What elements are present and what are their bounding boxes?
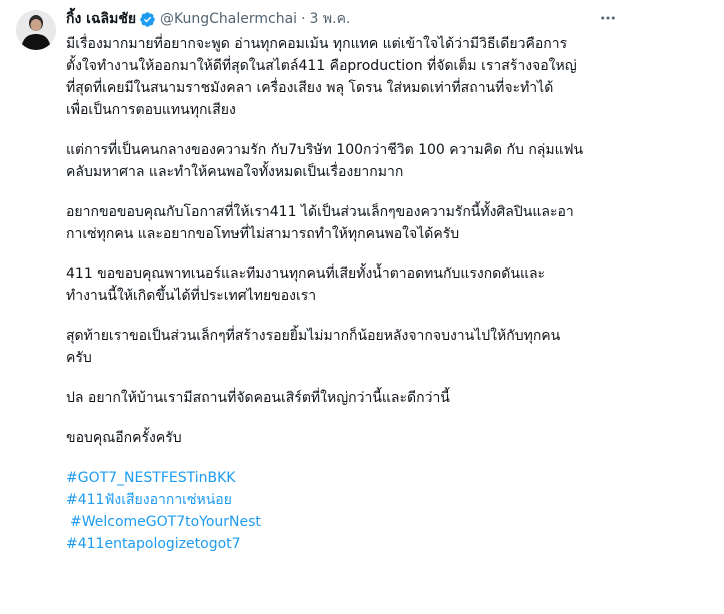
text-line: ครับ (66, 350, 92, 366)
hashtag-link[interactable]: #411entapologizetogot7 (66, 533, 622, 555)
text-line: ที่สุดที่เคยมีในสนามราชมังคลา เครื่องเสี… (66, 80, 554, 96)
paragraph: มีเรื่องมากมายที่อยากจะพูด อ่านทุกคอมเม้… (66, 33, 622, 121)
verified-badge-icon (139, 11, 156, 28)
text-line: กาเซ่ทุกคน และอยากขอโทษที่ไม่สามารถทำให้… (66, 226, 460, 242)
separator-dot: · (301, 11, 306, 27)
paragraph: ปล อยากให้บ้านเรามีสถานที่จัดคอนเสิร์ตที… (66, 387, 622, 409)
user-handle[interactable]: @KungChalermchai (160, 9, 297, 29)
avatar-photo (16, 10, 56, 50)
paragraph: แต่การที่เป็นคนกลางของความรัก กับ7บริษัท… (66, 139, 622, 183)
paragraph: อยากขอขอบคุณกับโอกาสที่ให้เรา411 ได้เป็น… (66, 201, 622, 245)
avatar[interactable] (16, 10, 56, 50)
text-line: มีเรื่องมากมายที่อยากจะพูด อ่านทุกคอมเม้… (66, 36, 568, 52)
hashtag-list: #GOT7_NESTFESTinBKK #411ฟังเสียงอากาเซ่ห… (66, 467, 622, 555)
text-line: ปล อยากให้บ้านเรามีสถานที่จัดคอนเสิร์ตที… (66, 390, 450, 406)
paragraph: ขอบคุณอีกครั้งครับ (66, 427, 622, 449)
hashtag-link[interactable]: #GOT7_NESTFESTinBKK (66, 467, 622, 489)
tweet-date[interactable]: 3 พ.ค. (310, 9, 351, 29)
text-line: ขอบคุณอีกครั้งครับ (66, 430, 182, 446)
text-line: ทำงานนี้ให้เกิดขึ้นได้ที่ประเทศไทยของเรา (66, 288, 317, 304)
tweet-header: กิ้ง เฉลิมชัย @KungChalermchai · 3 พ.ค. (66, 9, 624, 29)
display-name[interactable]: กิ้ง เฉลิมชัย (66, 9, 136, 29)
text-line: สุดท้ายเราขอเป็นส่วนเล็กๆที่สร้างรอยยิ้ม… (66, 328, 561, 344)
more-options-icon[interactable] (596, 8, 620, 28)
hashtag-link[interactable]: #411ฟังเสียงอากาเซ่หน่อย (66, 489, 622, 511)
tweet-text: มีเรื่องมากมายที่อยากจะพูด อ่านทุกคอมเม้… (66, 33, 622, 555)
text-line: คลับมหาศาล และทำให้คนพอใจทั้งหมดเป็นเรื่… (66, 164, 404, 180)
text-line: เพื่อเป็นการตอบแทนทุกเสียง (66, 102, 236, 118)
paragraph: 411 ขอขอบคุณพาทเนอร์และทีมงานทุกคนที่เสี… (66, 263, 622, 307)
hashtag-link[interactable]: #WelcomeGOT7toYourNest (66, 511, 622, 533)
text-line: 411 ขอขอบคุณพาทเนอร์และทีมงานทุกคนที่เสี… (66, 266, 546, 282)
text-line: ตั้งใจทำงานให้ออกมาให้ดีที่สุดในสไตล์411… (66, 58, 577, 74)
tweet: กิ้ง เฉลิมชัย @KungChalermchai · 3 พ.ค. … (0, 0, 724, 614)
paragraph: สุดท้ายเราขอเป็นส่วนเล็กๆที่สร้างรอยยิ้ม… (66, 325, 622, 369)
text-line: อยากขอขอบคุณกับโอกาสที่ให้เรา411 ได้เป็น… (66, 204, 574, 220)
text-line: แต่การที่เป็นคนกลางของความรัก กับ7บริษัท… (66, 142, 584, 158)
